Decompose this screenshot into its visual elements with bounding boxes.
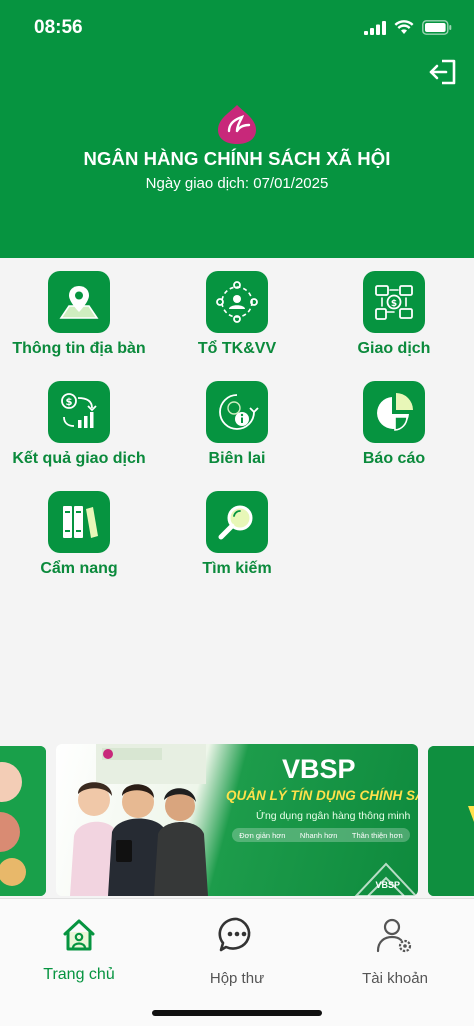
banner-slide-next[interactable]: [428, 746, 474, 896]
status-icons: [364, 20, 452, 35]
banner-subtitle: QUẢN LÝ TÍN DỤNG CHÍNH SÁCH: [226, 788, 418, 803]
status-bar: 08:56: [0, 0, 474, 56]
group-network-icon: [206, 271, 268, 333]
transaction-icon: $: [363, 271, 425, 333]
logout-icon[interactable]: [428, 58, 458, 86]
trade-date: Ngày giao dịch: 07/01/2025: [145, 175, 329, 192]
tab-label: Trang chủ: [43, 966, 115, 983]
signal-icon: [364, 20, 386, 35]
status-time: 08:56: [34, 17, 83, 38]
menu-item-area-info[interactable]: Thông tin địa bàn: [4, 271, 154, 358]
app-header: 08:56 NGÂN HÀNG CHÍNH SÁCH XÃ HỘI Ngày g…: [0, 0, 474, 258]
growth-chart-icon: $: [48, 381, 110, 443]
svg-text:$: $: [66, 397, 73, 408]
user-settings-icon: [376, 918, 412, 953]
banner-pill: Đơn giản hơn: [239, 830, 286, 840]
search-icon: [206, 491, 268, 553]
svg-text:$: $: [391, 299, 397, 309]
menu-label: Cẩm nang: [40, 560, 118, 577]
banner-title: VBSP: [282, 754, 356, 784]
menu-item-reports[interactable]: Báo cáo: [319, 381, 469, 468]
menu-label: Thông tin địa bàn: [12, 340, 146, 357]
banner-slide-prev[interactable]: [0, 746, 46, 896]
menu-item-transactions[interactable]: $ Giao dịch: [319, 271, 469, 358]
tab-inbox[interactable]: Hộp thư: [177, 915, 297, 987]
banner-tagline: Ứng dụng ngân hàng thông minh: [256, 810, 411, 822]
bank-name: NGÂN HÀNG CHÍNH SÁCH XÃ HỘI: [83, 148, 391, 169]
bottom-tab-bar: Trang chủ Hộp thư Tài khoản: [0, 898, 474, 1026]
home-indicator: [152, 1010, 322, 1016]
menu-label: Kết quả giao dịch: [12, 450, 146, 467]
menu-item-search[interactable]: Tìm kiếm: [162, 491, 312, 578]
banner-pill: Nhanh hơn: [299, 830, 338, 840]
tab-label: Tài khoản: [362, 970, 428, 987]
banner-brand-mark: VBSP: [375, 880, 400, 890]
pie-chart-icon: [363, 381, 425, 443]
menu-item-handbook[interactable]: Cẩm nang: [4, 491, 154, 578]
banner-pill: Thân thiện hơn: [351, 830, 403, 840]
banner-carousel[interactable]: VBSP QUẢN LÝ TÍN DỤNG CHÍNH SÁCH Ứng dụn…: [0, 744, 474, 896]
banner-slide-vbsp[interactable]: VBSP QUẢN LÝ TÍN DỤNG CHÍNH SÁCH Ứng dụn…: [56, 744, 418, 896]
books-icon: [48, 491, 110, 553]
menu-item-savings-group[interactable]: Tổ TK&VV: [162, 271, 312, 358]
battery-icon: [422, 20, 452, 35]
wifi-icon: [394, 20, 414, 34]
tab-home[interactable]: Trang chủ: [19, 915, 139, 984]
menu-label: Giao dịch: [357, 340, 431, 357]
menu-label: Tổ TK&VV: [197, 340, 277, 357]
home-icon: [63, 919, 95, 951]
bank-logo-icon: [218, 105, 256, 144]
menu-label: Tìm kiếm: [202, 560, 272, 577]
menu-item-receipts[interactable]: Biên lai: [162, 381, 312, 468]
menu-label: Biên lai: [208, 450, 266, 467]
tab-label: Hộp thư: [209, 970, 265, 987]
tab-account[interactable]: Tài khoản: [335, 915, 455, 987]
menu-item-transaction-results[interactable]: $ Kết quả giao dịch: [4, 381, 154, 468]
menu-label: Báo cáo: [362, 450, 426, 467]
chat-bubble-icon: [218, 917, 251, 952]
banner-pills: Đơn giản hơn Nhanh hơn Thân thiện hơn: [232, 828, 410, 842]
map-pin-icon: [48, 271, 110, 333]
receipt-info-icon: [206, 381, 268, 443]
